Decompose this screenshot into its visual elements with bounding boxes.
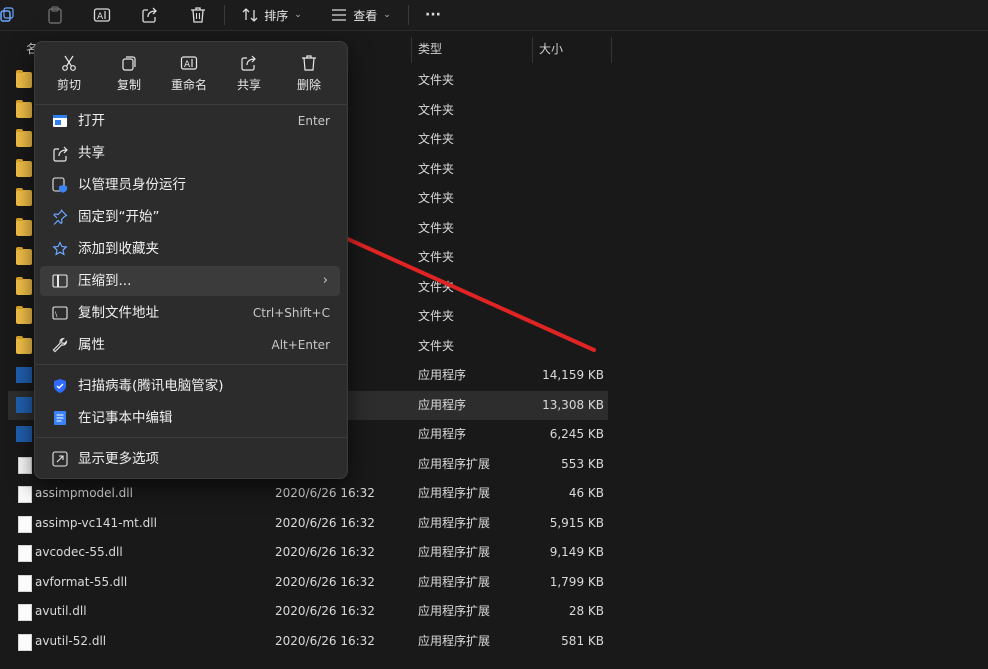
share-button[interactable]: 共享 bbox=[219, 50, 279, 102]
menu-item-label: 压缩到... bbox=[78, 273, 132, 289]
menu-item-shortcut: Enter bbox=[297, 114, 330, 128]
admin-shield-icon bbox=[52, 177, 68, 193]
menu-item-run-as-admin[interactable]: 以管理员身份运行 bbox=[40, 170, 340, 200]
chevron-right-icon: › bbox=[322, 273, 328, 288]
menu-item-label: 以管理员身份运行 bbox=[78, 177, 186, 193]
share-icon bbox=[219, 54, 279, 72]
menu-item-label: 打开 bbox=[78, 113, 105, 129]
rename-button[interactable]: A 重命名 bbox=[159, 50, 219, 102]
more-options-icon bbox=[52, 451, 68, 467]
menu-item-label: 复制文件地址 bbox=[78, 305, 159, 321]
context-menu: 剪切 复制 A 重命名 共享 删除 打开 Enter 共享 以管理员身份运行 固定到“开始” 添加到… bbox=[34, 41, 348, 479]
menu-item-label: 显示更多选项 bbox=[78, 451, 159, 467]
copy-button[interactable]: 复制 bbox=[99, 50, 159, 102]
menu-item-scan-virus[interactable]: 扫描病毒(腾讯电脑管家) bbox=[40, 371, 340, 401]
menu-item-open[interactable]: 打开 Enter bbox=[40, 106, 340, 136]
menu-item-copy-as-path[interactable]: \ 复制文件地址 Ctrl+Shift+C bbox=[40, 298, 340, 328]
menu-item-properties[interactable]: 属性 Alt+Enter bbox=[40, 330, 340, 360]
scissors-icon bbox=[39, 54, 99, 72]
notepad-icon bbox=[52, 410, 68, 426]
star-icon bbox=[52, 241, 68, 257]
menu-item-pin-to-start[interactable]: 固定到“开始” bbox=[40, 202, 340, 232]
menu-item-label: 扫描病毒(腾讯电脑管家) bbox=[78, 378, 224, 394]
pin-icon bbox=[52, 209, 68, 225]
menu-item-share[interactable]: 共享 bbox=[40, 138, 340, 168]
menu-item-show-more-options[interactable]: 显示更多选项 bbox=[40, 444, 340, 474]
menu-divider bbox=[35, 104, 347, 105]
menu-item-label: 共享 bbox=[78, 145, 105, 161]
quick-action-label: 删除 bbox=[296, 78, 321, 92]
delete-button[interactable]: 删除 bbox=[279, 50, 339, 102]
quick-action-label: 重命名 bbox=[170, 78, 207, 92]
menu-item-label: 添加到收藏夹 bbox=[78, 241, 159, 257]
menu-item-edit-in-notepad[interactable]: 在记事本中编辑 bbox=[40, 403, 340, 433]
menu-item-label: 属性 bbox=[78, 337, 105, 353]
trash-icon bbox=[279, 54, 339, 72]
wrench-icon bbox=[52, 337, 68, 353]
menu-divider bbox=[35, 437, 347, 438]
cut-button[interactable]: 剪切 bbox=[39, 50, 99, 102]
quick-action-label: 剪切 bbox=[56, 78, 81, 92]
quick-action-label: 复制 bbox=[116, 78, 141, 92]
menu-divider bbox=[35, 364, 347, 365]
copy-icon bbox=[99, 54, 159, 72]
menu-item-shortcut: Ctrl+Shift+C bbox=[252, 306, 330, 320]
quick-action-label: 共享 bbox=[236, 78, 261, 92]
menu-item-add-to-favorites[interactable]: 添加到收藏夹 bbox=[40, 234, 340, 264]
svg-text:A: A bbox=[184, 60, 191, 70]
svg-text:\: \ bbox=[55, 311, 58, 319]
menu-item-shortcut: Alt+Enter bbox=[271, 338, 330, 352]
zip-icon bbox=[52, 273, 68, 289]
menu-item-compress-to[interactable]: 压缩到... › bbox=[40, 266, 340, 296]
open-window-icon bbox=[52, 113, 68, 129]
copy-path-icon: \ bbox=[52, 305, 68, 321]
rename-icon: A bbox=[159, 54, 219, 72]
tencent-shield-icon bbox=[52, 378, 68, 394]
menu-item-label: 固定到“开始” bbox=[78, 209, 160, 225]
share-icon bbox=[52, 145, 68, 162]
menu-item-label: 在记事本中编辑 bbox=[78, 410, 173, 426]
